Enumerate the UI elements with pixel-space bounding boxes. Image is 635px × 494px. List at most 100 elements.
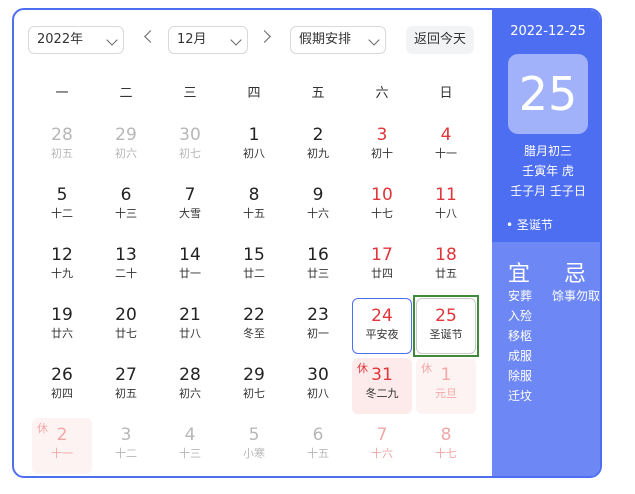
yi-item: 成服 — [508, 349, 533, 363]
day-number: 6 — [312, 425, 324, 445]
day-cell[interactable]: 1 初八 — [224, 118, 284, 174]
yi-title: 宜 — [508, 262, 531, 287]
holiday-select[interactable]: 假期安排 — [290, 26, 386, 54]
day-cell[interactable]: 2 初九 — [288, 118, 348, 174]
day-number: 8 — [248, 185, 260, 205]
day-cell[interactable]: 30 初七 — [160, 118, 220, 174]
day-cell[interactable]: 休 2 十一 — [32, 418, 92, 474]
day-cell[interactable]: 3 十二 — [96, 418, 156, 474]
day-cell[interactable]: 21 廿八 — [160, 298, 220, 354]
day-number: 13 — [115, 245, 137, 265]
month-select-value: 12月 — [177, 32, 207, 47]
lunar-label: 初四 — [51, 387, 73, 400]
day-cell[interactable]: 6 十五 — [288, 418, 348, 474]
holiday-rest-badge: 休 — [357, 362, 368, 375]
lunar-label: 十三 — [115, 207, 137, 220]
day-cell[interactable]: 29 初七 — [224, 358, 284, 414]
ji-item: 馀事勿取 — [552, 289, 601, 303]
month-select[interactable]: 12月 — [168, 26, 248, 54]
year-select-value: 2022年 — [37, 32, 84, 47]
day-number: 29 — [243, 365, 265, 385]
lunar-label: 廿六 — [51, 327, 73, 340]
day-number: 18 — [435, 245, 457, 265]
calendar-main: 2022年 12月 假期安排 返回今天 一二三四五六日 28 初五 29 初六 30 初七… — [14, 10, 492, 476]
day-cell[interactable]: 休 31 冬二九 — [352, 358, 412, 414]
day-number: 30 — [179, 125, 201, 145]
day-cell[interactable]: 8 十七 — [416, 418, 476, 474]
day-cell[interactable]: 休 1 元旦 — [416, 358, 476, 414]
day-cell[interactable]: 14 廿一 — [160, 238, 220, 294]
year-select[interactable]: 2022年 — [28, 26, 124, 54]
day-cell[interactable]: 26 初四 — [32, 358, 92, 414]
day-number: 4 — [440, 125, 452, 145]
day-cell[interactable]: 18 廿五 — [416, 238, 476, 294]
day-number: 4 — [184, 425, 196, 445]
day-cell[interactable]: 8 十五 — [224, 178, 284, 234]
day-cell[interactable]: 16 廿三 — [288, 238, 348, 294]
day-cell[interactable]: 4 十一 — [416, 118, 476, 174]
lunar-label: 十八 — [435, 207, 457, 220]
lunar-label: 十一 — [435, 147, 457, 160]
day-cell[interactable]: 28 初五 — [32, 118, 92, 174]
day-cell[interactable]: 27 初五 — [96, 358, 156, 414]
lunar-label: 十七 — [435, 447, 457, 460]
day-cell[interactable]: 30 初八 — [288, 358, 348, 414]
yi-item: 除服 — [508, 369, 533, 383]
day-cell[interactable]: 6 十三 — [96, 178, 156, 234]
day-cell[interactable]: 5 小寒 — [224, 418, 284, 474]
day-number: 28 — [51, 125, 73, 145]
lunar-date: 腊月初三 — [523, 144, 572, 158]
ganzhi-year: 壬寅年 虎 — [522, 164, 574, 178]
holiday-select-value: 假期安排 — [299, 32, 352, 47]
chevron-down-icon — [230, 34, 242, 46]
day-cell[interactable]: 5 十二 — [32, 178, 92, 234]
day-cell[interactable]: 11 十八 — [416, 178, 476, 234]
lunar-label: 初五 — [51, 147, 73, 160]
lunar-label: 二十 — [115, 267, 137, 280]
day-cell[interactable]: 12 十九 — [32, 238, 92, 294]
day-number: 3 — [120, 425, 132, 445]
day-cell[interactable]: 22 冬至 — [224, 298, 284, 354]
yi-item: 安葬 — [508, 289, 533, 303]
day-cell[interactable]: 20 廿七 — [96, 298, 156, 354]
day-detail-panel: 2022-12-25 25 腊月初三 壬寅年 虎 壬子月 壬子日 • 圣诞节 宜… — [492, 10, 601, 476]
day-cell[interactable]: 9 十六 — [288, 178, 348, 234]
day-number: 14 — [179, 245, 201, 265]
day-number: 6 — [120, 185, 132, 205]
day-cell[interactable]: 23 初一 — [288, 298, 348, 354]
weekday-header: 五 — [311, 86, 325, 101]
day-number: 3 — [376, 125, 388, 145]
day-cell[interactable]: 4 十三 — [160, 418, 220, 474]
ji-title: 忌 — [564, 262, 587, 287]
day-cell[interactable]: 13 二十 — [96, 238, 156, 294]
calendar-widget: 2022年 12月 假期安排 返回今天 一二三四五六日 28 初五 29 初六 30 初七… — [12, 8, 602, 478]
lunar-label: 十六 — [307, 207, 329, 220]
day-cell[interactable]: 19 廿六 — [32, 298, 92, 354]
lunar-label: 元旦 — [435, 387, 457, 400]
day-cell[interactable]: 15 廿二 — [224, 238, 284, 294]
day-cell[interactable]: 29 初六 — [96, 118, 156, 174]
day-cell[interactable]: 24 平安夜 — [352, 298, 412, 354]
festival-label: • 圣诞节 — [506, 218, 553, 232]
day-cell[interactable]: 28 初六 — [160, 358, 220, 414]
day-number: 1 — [248, 125, 260, 145]
day-cell[interactable]: 7 大雪 — [160, 178, 220, 234]
day-number: 16 — [307, 245, 329, 265]
day-cell[interactable]: 17 廿四 — [352, 238, 412, 294]
lunar-label: 大雪 — [179, 207, 201, 220]
lunar-label: 初一 — [307, 327, 329, 340]
day-cell[interactable]: 7 十六 — [352, 418, 412, 474]
next-month-icon[interactable] — [258, 30, 271, 43]
day-number: 5 — [56, 185, 68, 205]
day-number: 7 — [376, 425, 388, 445]
day-cell[interactable]: 10 十七 — [352, 178, 412, 234]
day-number: 5 — [248, 425, 260, 445]
day-number: 15 — [243, 245, 265, 265]
chevron-down-icon — [368, 34, 380, 46]
back-to-today-button[interactable]: 返回今天 — [406, 26, 474, 54]
day-number: 23 — [307, 305, 329, 325]
day-cell[interactable]: 3 初十 — [352, 118, 412, 174]
lunar-label: 平安夜 — [365, 328, 399, 341]
prev-month-icon[interactable] — [144, 30, 157, 43]
lunar-label: 十三 — [179, 447, 201, 460]
